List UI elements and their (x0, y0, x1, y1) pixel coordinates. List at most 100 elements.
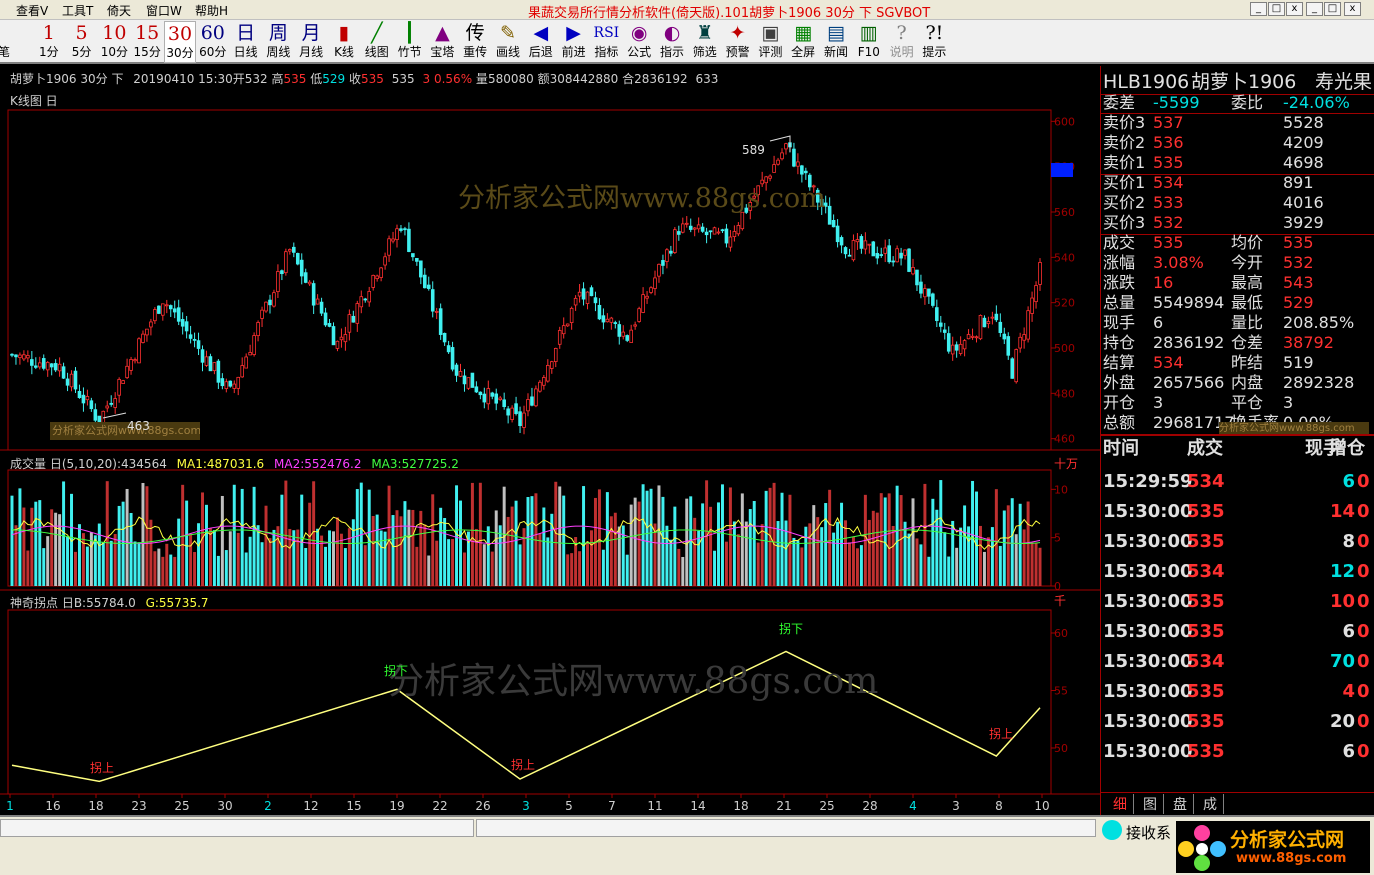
toolbar-label-19: 公式 (627, 45, 652, 59)
candle-body (974, 336, 979, 339)
quote-tab-3[interactable]: 成 (1203, 794, 1224, 814)
quote-tab-1[interactable]: 图 (1143, 794, 1164, 814)
tick-row[interactable]: 15:30:00 535 14 0 (1101, 497, 1374, 527)
menu-view[interactable]: 查看V (16, 2, 48, 19)
toolbar-button-18[interactable]: RSI 指标 (590, 21, 622, 63)
toolbar-button-12[interactable]: ┃ 竹节 (394, 21, 426, 63)
tick-row[interactable]: 15:30:00 535 8 0 (1101, 527, 1374, 557)
volume-bar (951, 520, 955, 586)
volume-bar (335, 517, 339, 586)
toolbar-button-17[interactable]: ▶ 前进 (558, 21, 590, 63)
child-restore-icon[interactable]: □ (1324, 2, 1341, 16)
volume-bar (272, 529, 276, 586)
sell-level-row: 卖价1 535 4698 (1101, 153, 1374, 173)
x-tick-label: 18 (733, 799, 748, 813)
candle-body (232, 383, 237, 389)
tick-row[interactable]: 15:30:00 534 70 0 (1101, 647, 1374, 677)
candle-body (93, 409, 98, 421)
toolbar-button-14[interactable]: 传重传 (459, 21, 491, 63)
toolbar-button-0[interactable]: 笔 (0, 21, 20, 63)
toolbar-button-8[interactable]: 周周线 (262, 21, 294, 63)
volume-bar (780, 492, 784, 586)
toolbar-button-13[interactable]: ▲ 宝塔 (426, 21, 458, 63)
volume-bar (609, 516, 613, 586)
toolbar-button-27[interactable]: ? 说明 (886, 21, 918, 63)
volume-bar (304, 548, 308, 586)
toolbar-button-7[interactable]: 日日线 (230, 21, 262, 63)
tick-price: 535 (1187, 531, 1225, 552)
toolbar-button-22[interactable]: ✦ 预警 (722, 21, 754, 63)
toolbar-button-9[interactable]: 月月线 (295, 21, 327, 63)
minimize-icon[interactable]: _ (1250, 2, 1267, 16)
menu-yitian[interactable]: 倚天 (107, 2, 131, 19)
child-close-icon[interactable]: x (1344, 2, 1361, 16)
volume-bar (427, 555, 431, 586)
tick-row[interactable]: 15:30:00 535 4 0 (1101, 677, 1374, 707)
volume-bar (732, 521, 736, 586)
tick-row[interactable]: 15:30:00 535 6 0 (1101, 617, 1374, 647)
candle-body (998, 321, 1003, 333)
candle-body (208, 356, 213, 372)
tick-row[interactable]: 15:30:00 535 6 0 (1101, 737, 1374, 767)
volume-bar (470, 482, 474, 586)
candle-body (633, 324, 637, 327)
toolbar-button-3[interactable]: 10 10分 (98, 21, 130, 63)
volume-bar (1038, 547, 1042, 586)
weicha-label: 委差 (1103, 93, 1136, 112)
quote-tab-0[interactable]: 细 (1113, 794, 1134, 814)
toolbar-button-21[interactable]: ♜ 筛选 (689, 21, 721, 63)
toolbar-button-15[interactable]: ✎ 画线 (492, 21, 524, 63)
info-open: 532 (244, 72, 268, 86)
quote-tab-2[interactable]: 盘 (1173, 794, 1194, 814)
volume-bar (212, 530, 216, 586)
sell-level-volume: 5528 (1283, 113, 1324, 132)
stat-value: 2892328 (1283, 373, 1355, 392)
volume-bar (510, 506, 514, 586)
candle-body (34, 365, 38, 368)
toolbar-button-23[interactable]: ▣ 评测 (754, 21, 786, 63)
toolbar-button-24[interactable]: ▦ 全屏 (787, 21, 819, 63)
child-minimize-icon[interactable]: _ (1306, 2, 1323, 16)
toolbar-button-16[interactable]: ◀ 后退 (525, 21, 557, 63)
tick-row[interactable]: 15:30:00 534 12 0 (1101, 557, 1374, 587)
close-icon[interactable]: x (1286, 2, 1303, 16)
candle-body (200, 349, 205, 363)
toolbar-button-10[interactable]: ▮ K线 (328, 21, 360, 63)
toolbar-button-20[interactable]: ◐ 指示 (656, 21, 688, 63)
toolbar-icon-14: 传 (465, 22, 485, 44)
tick-row[interactable]: 15:30:00 535 20 0 (1101, 707, 1374, 737)
candle-body (335, 340, 340, 349)
chart-area[interactable]: 6005805605405205004804601050605550116182… (0, 66, 1100, 815)
volume-bar (204, 504, 208, 586)
candle-body (41, 358, 46, 369)
candle-body (188, 334, 193, 339)
toolbar-button-28[interactable]: ?! 提示 (918, 21, 950, 63)
toolbar-button-2[interactable]: 5 5分 (66, 21, 98, 63)
volume-bar (859, 545, 863, 586)
volume-bar (371, 515, 375, 586)
toolbar-button-11[interactable]: ╱ 线图 (361, 21, 393, 63)
candle-body (446, 345, 451, 353)
candle-body (272, 292, 276, 307)
candle-body (49, 363, 54, 368)
toolbar-button-19[interactable]: ◉ 公式 (623, 21, 655, 63)
tick-row[interactable]: 15:30:00 535 10 0 (1101, 587, 1374, 617)
menu-help[interactable]: 帮助H (195, 2, 228, 19)
toolbar-button-4[interactable]: 15 15分 (131, 21, 163, 63)
toolbar-button-25[interactable]: ▤ 新闻 (820, 21, 852, 63)
toolbar-button-5[interactable]: 30 30分 (164, 21, 196, 63)
stat-label: 均价 (1231, 233, 1264, 252)
info-oi-label: 合 (622, 72, 635, 86)
menu-tools[interactable]: 工具T (62, 2, 93, 19)
stat-label: 成交 (1103, 233, 1136, 252)
tick-row[interactable]: 15:29:59 534 6 0 (1101, 467, 1374, 497)
volume-bar (244, 552, 248, 586)
toolbar-button-6[interactable]: 60 60分 (197, 21, 229, 63)
toolbar-button-1[interactable]: 1 1分 (33, 21, 65, 63)
restore-icon[interactable]: □ (1268, 2, 1285, 16)
menu-window[interactable]: 窗口W (146, 2, 182, 19)
kline-title: K线图 日 (10, 94, 58, 108)
toolbar-button-26[interactable]: ▥ F10 (853, 21, 885, 63)
candle-body (403, 228, 407, 231)
volume-bar (677, 548, 681, 586)
